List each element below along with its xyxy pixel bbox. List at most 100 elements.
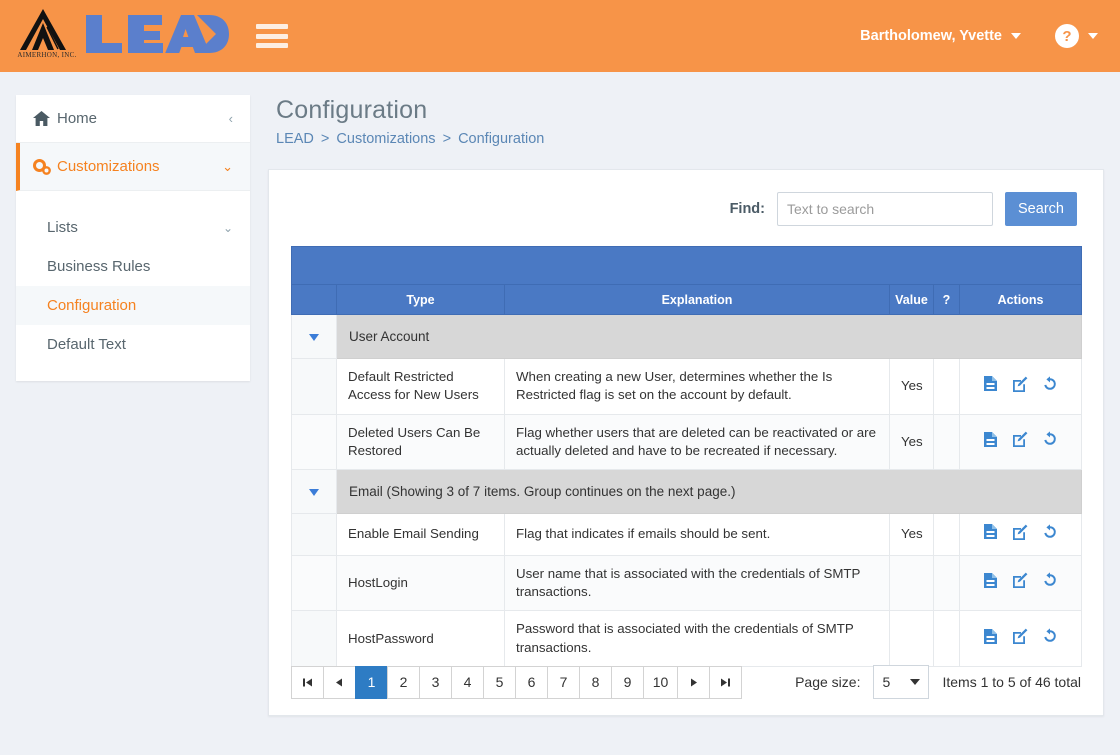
- group-collapse-toggle[interactable]: [291, 469, 337, 515]
- hamburger-menu-icon[interactable]: [256, 24, 288, 48]
- group-header-row[interactable]: Email (Showing 3 of 7 items. Group conti…: [291, 469, 1082, 515]
- cell-question: [933, 358, 960, 415]
- sidebar-item-business-rules[interactable]: Business Rules: [16, 247, 250, 286]
- pagination-first-button[interactable]: [291, 665, 324, 699]
- cell-actions: [959, 610, 1082, 668]
- pagination-page-2[interactable]: 2: [387, 665, 420, 699]
- sidebar-item-lists[interactable]: Lists ⌄: [16, 208, 250, 247]
- pagination-page-9[interactable]: 9: [611, 665, 644, 699]
- pagination-page-4[interactable]: 4: [451, 665, 484, 699]
- table-row[interactable]: HostLogin User name that is associated w…: [291, 554, 1082, 612]
- cell-value: [889, 554, 934, 612]
- document-icon[interactable]: [983, 375, 998, 397]
- pagination-page-3[interactable]: 3: [419, 665, 452, 699]
- pagination-page-10[interactable]: 10: [643, 665, 678, 699]
- edit-icon[interactable]: [1012, 628, 1028, 649]
- history-icon[interactable]: [1042, 376, 1058, 397]
- chevron-down-icon: [1011, 33, 1021, 39]
- column-header-actions[interactable]: Actions: [959, 284, 1082, 315]
- group-collapse-toggle[interactable]: [291, 314, 337, 359]
- history-icon[interactable]: [1042, 628, 1058, 649]
- company-name-text: AIMERHON, INC.: [17, 51, 77, 59]
- table-row[interactable]: HostPassword Password that is associated…: [291, 610, 1082, 668]
- breadcrumb-item-customizations[interactable]: Customizations: [336, 131, 435, 147]
- column-header-type[interactable]: Type: [336, 284, 505, 315]
- sidebar-item-configuration-label: Configuration: [47, 297, 137, 314]
- table-row[interactable]: Default Restricted Access for New Users …: [291, 358, 1082, 415]
- pagination-prev-button[interactable]: [323, 665, 356, 699]
- configuration-panel: Find: Search Type E: [268, 169, 1104, 716]
- grid-body: User Account Default Restricted Access f…: [291, 314, 1082, 668]
- pagination-page-1[interactable]: 1: [355, 665, 388, 699]
- sidebar-item-customizations[interactable]: Customizations ⌄: [16, 143, 250, 191]
- edit-icon[interactable]: [1012, 572, 1028, 593]
- home-icon: [33, 111, 57, 126]
- row-spacer-cell: [291, 513, 337, 556]
- cell-value: Yes: [889, 513, 934, 556]
- edit-icon[interactable]: [1012, 431, 1028, 452]
- history-icon[interactable]: [1042, 572, 1058, 593]
- column-header-question[interactable]: ?: [933, 284, 960, 315]
- column-header-value[interactable]: Value: [889, 284, 934, 315]
- cell-actions: [959, 554, 1082, 612]
- sidebar-nav: Home ‹ Customizations ⌄ Lists ⌄ Business…: [16, 95, 250, 381]
- sidebar-spacer-top: [16, 191, 250, 208]
- caret-down-icon[interactable]: [308, 489, 319, 497]
- group-label: Email (Showing 3 of 7 items. Group conti…: [336, 469, 1082, 515]
- configuration-grid: Type Explanation Value ? Actions User Ac…: [291, 246, 1082, 668]
- row-spacer-cell: [291, 413, 337, 471]
- document-icon[interactable]: [983, 628, 998, 650]
- cell-explanation: User name that is associated with the cr…: [504, 554, 890, 612]
- pagination-page-8[interactable]: 8: [579, 665, 612, 699]
- pagination-page-5[interactable]: 5: [483, 665, 516, 699]
- cell-explanation: Flag whether users that are deleted can …: [504, 413, 890, 471]
- chevron-left-icon[interactable]: ‹: [229, 111, 233, 126]
- cell-actions: [959, 358, 1082, 415]
- history-icon[interactable]: [1042, 524, 1058, 545]
- sidebar-item-business-rules-label: Business Rules: [47, 258, 151, 275]
- document-icon[interactable]: [983, 431, 998, 453]
- cell-actions: [959, 513, 1082, 556]
- edit-icon[interactable]: [1012, 524, 1028, 545]
- edit-icon[interactable]: [1012, 376, 1028, 397]
- column-header-explanation[interactable]: Explanation: [504, 284, 890, 315]
- pagination-bar: 1 2 3 4 5 6 7 8 9 10 Page size: 5 Items …: [291, 665, 1081, 699]
- pagination-page-7[interactable]: 7: [547, 665, 580, 699]
- find-bar: Find: Search: [269, 170, 1103, 226]
- sidebar-item-home[interactable]: Home ‹: [16, 95, 250, 143]
- sidebar-item-configuration[interactable]: Configuration: [16, 286, 250, 325]
- table-row[interactable]: Deleted Users Can Be Restored Flag wheth…: [291, 413, 1082, 471]
- group-header-row[interactable]: User Account: [291, 314, 1082, 359]
- history-icon[interactable]: [1042, 431, 1058, 452]
- items-total-label: Items 1 to 5 of 46 total: [942, 674, 1081, 690]
- document-icon[interactable]: [983, 572, 998, 594]
- page-size-label: Page size:: [795, 674, 861, 690]
- cell-question: [933, 413, 960, 471]
- row-spacer-cell: [291, 554, 337, 612]
- user-account-menu[interactable]: Bartholomew, Yvette: [860, 28, 1021, 44]
- table-row[interactable]: Enable Email Sending Flag that indicates…: [291, 513, 1082, 556]
- sidebar-item-default-text[interactable]: Default Text: [16, 325, 250, 364]
- page-title: Configuration: [276, 96, 428, 124]
- search-input[interactable]: [777, 192, 993, 226]
- page-size-select[interactable]: 5: [873, 665, 930, 699]
- chevron-down-icon: [910, 679, 921, 685]
- cell-actions: [959, 413, 1082, 471]
- brand-logo[interactable]: AIMERHON, INC.: [0, 7, 230, 65]
- pagination-next-button[interactable]: [677, 665, 710, 699]
- pagination-last-button[interactable]: [709, 665, 742, 699]
- caret-down-icon[interactable]: [308, 334, 319, 341]
- search-button[interactable]: Search: [1005, 192, 1077, 226]
- breadcrumb-item-configuration[interactable]: Configuration: [458, 131, 544, 147]
- column-header-expand[interactable]: [291, 284, 337, 315]
- group-label: User Account: [336, 314, 1082, 359]
- pagination-page-6[interactable]: 6: [515, 665, 548, 699]
- chevron-down-icon[interactable]: ⌄: [222, 159, 233, 175]
- help-menu[interactable]: ?: [1055, 24, 1098, 48]
- chevron-down-icon[interactable]: ⌄: [223, 221, 233, 235]
- sidebar-spacer-bottom: [16, 364, 250, 381]
- document-icon[interactable]: [983, 523, 998, 545]
- sidebar-item-lists-label: Lists: [47, 219, 78, 236]
- breadcrumb-item-lead[interactable]: LEAD: [276, 131, 314, 147]
- cell-type: HostLogin: [336, 554, 505, 612]
